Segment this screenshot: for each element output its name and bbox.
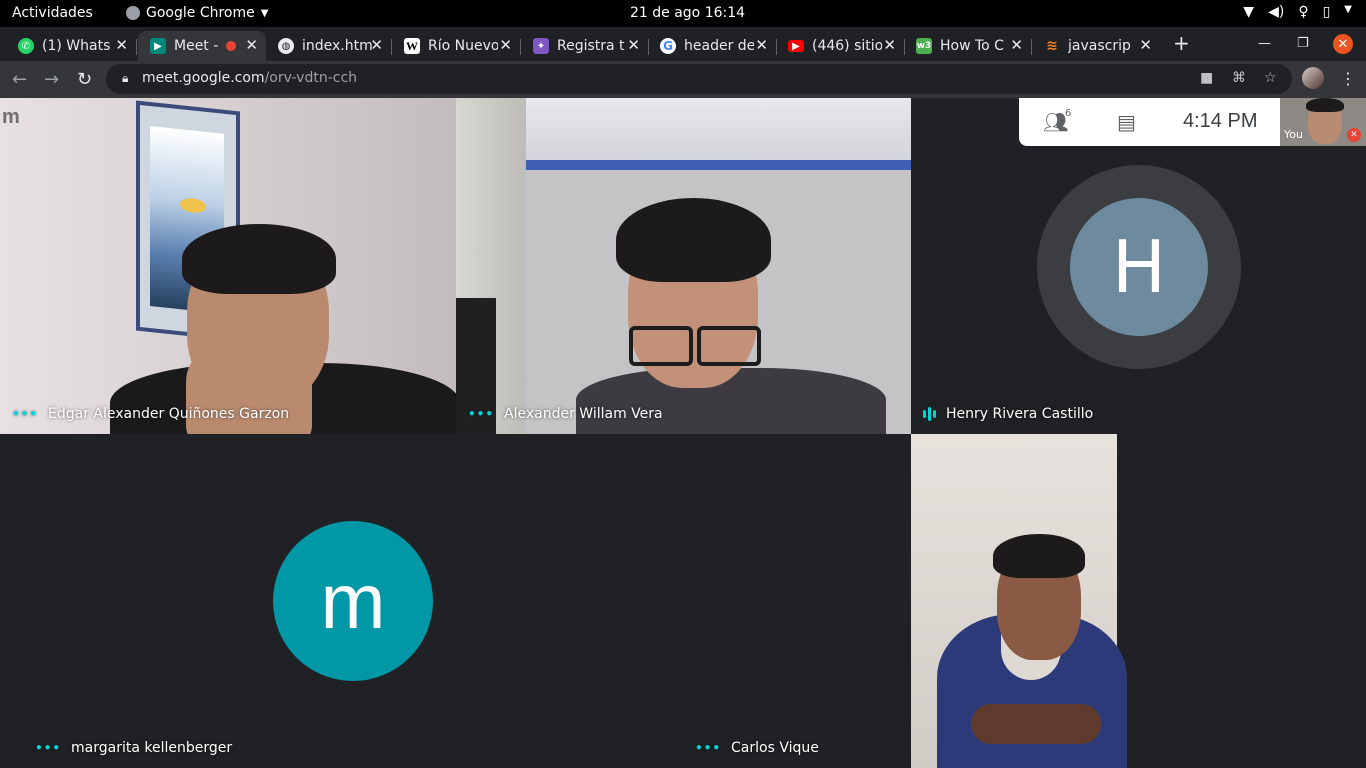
tab-strip: ✆ (1) Whats ✕ ▶ Meet - ✕ ◍ index.htm ✕ W… — [0, 27, 1366, 61]
glasses — [629, 326, 761, 366]
avatar: H — [1070, 198, 1208, 336]
chrome-icon — [126, 6, 140, 20]
close-tab-icon[interactable]: ✕ — [1139, 36, 1152, 54]
participant-tile[interactable]: m ••• Edgar Alexander Quiñones Garzon — [0, 98, 456, 434]
tab-title: How To C — [940, 38, 1004, 54]
self-label: You — [1284, 128, 1303, 141]
battery-icon: ▯ — [1322, 4, 1331, 20]
meet-icon: ▶ — [150, 38, 166, 54]
youtube-icon: ▶ — [788, 40, 804, 52]
globe-icon: ◍ — [278, 38, 294, 54]
tab-title: Registra t — [557, 38, 625, 54]
tab-title: index.htm — [302, 38, 372, 54]
close-tab-icon[interactable]: ✕ — [115, 36, 128, 54]
corner-logo: m — [2, 106, 20, 128]
close-tab-icon[interactable]: ✕ — [499, 36, 512, 54]
tab-title: header de — [684, 38, 754, 54]
stackoverflow-icon: ≋ — [1046, 38, 1058, 54]
address-bar[interactable]: 🔒︎ meet.google.com/orv-vdtn-cch ■ ⌘ ☆ — [106, 64, 1292, 94]
close-tab-icon[interactable]: ✕ — [370, 36, 383, 54]
participant-name: Henry Rivera Castillo — [946, 406, 1094, 422]
tab-youtube[interactable]: ▶ (446) sitio ✕ — [776, 31, 905, 61]
audio-indicator-icon — [923, 407, 936, 421]
system-top-bar: Actividades Google Chrome ▼ 21 de ago 16… — [0, 0, 1366, 27]
chevron-down-icon: ▼ — [260, 7, 269, 19]
participant-count: 6 — [1065, 108, 1072, 119]
profile-avatar[interactable] — [1302, 67, 1324, 89]
w3-icon: w3 — [916, 38, 932, 54]
avatar: m — [273, 521, 433, 681]
participant-tile[interactable]: m ••• margarita kellenberger — [23, 434, 683, 768]
wikipedia-icon: W — [404, 38, 420, 54]
tab-meet[interactable]: ▶ Meet - ✕ — [138, 31, 266, 61]
app-menu[interactable]: Google Chrome ▼ — [126, 5, 268, 21]
google-icon: G — [660, 38, 676, 54]
microphone-icon: ♀ — [1298, 4, 1309, 20]
chevron-down-icon: ▼ — [1344, 4, 1352, 15]
participant-name: margarita kellenberger — [71, 740, 233, 756]
participant-tile[interactable]: ••• Alexander Willam Vera — [456, 98, 911, 434]
tab-w3schools[interactable]: w3 How To C ✕ — [904, 31, 1032, 61]
forward-icon[interactable]: → — [44, 69, 59, 90]
close-tab-icon[interactable]: ✕ — [627, 36, 640, 54]
meeting-info-bar: 👥︎ 6 ▤ 4:14 PM — [1019, 98, 1280, 146]
back-icon[interactable]: ← — [12, 69, 27, 90]
more-options-icon[interactable]: ••• — [12, 407, 38, 421]
participant-name: Alexander Willam Vera — [504, 406, 663, 422]
app-name: Google Chrome — [146, 5, 255, 21]
participant-name: Edgar Alexander Quiñones Garzon — [48, 406, 290, 422]
camera-icon[interactable]: ■ — [1200, 70, 1213, 86]
tab-index[interactable]: ◍ index.htm ✕ — [266, 31, 392, 61]
reload-icon[interactable]: ↻ — [77, 69, 92, 90]
close-tab-icon[interactable]: ✕ — [883, 36, 896, 54]
browser-toolbar: ← → ↻ 🔒︎ meet.google.com/orv-vdtn-cch ■ … — [0, 61, 1366, 98]
close-tab-icon[interactable]: ✕ — [755, 36, 768, 54]
chat-icon[interactable]: ▤ — [1117, 110, 1136, 134]
meet-stage: m ••• Edgar Alexander Quiñones Garzon ••… — [0, 98, 1366, 768]
window-close-button[interactable]: ✕ — [1333, 34, 1353, 54]
more-options-icon[interactable]: ••• — [468, 407, 494, 421]
translate-icon[interactable]: ⌘ — [1232, 70, 1246, 86]
tab-registra[interactable]: ✦ Registra t ✕ — [521, 31, 649, 61]
wifi-icon: ▼ — [1243, 4, 1255, 20]
tab-title: javascrip — [1068, 38, 1131, 54]
participant-video — [911, 434, 1127, 768]
participant-name: Carlos Vique — [731, 740, 819, 756]
more-options-icon[interactable]: ••• — [695, 741, 721, 755]
tab-google[interactable]: G header de ✕ — [648, 31, 777, 61]
url-text[interactable]: meet.google.com/orv-vdtn-cch — [142, 70, 357, 86]
minimize-button[interactable]: — — [1258, 36, 1271, 51]
system-tray[interactable]: ▼ ◀) ♀ ▯ ▼ — [1243, 4, 1352, 20]
lock-icon[interactable]: 🔒︎ — [122, 71, 128, 86]
tab-title: Río Nuevo — [428, 38, 498, 54]
volume-icon: ◀) — [1268, 4, 1285, 20]
bookmark-star-icon[interactable]: ☆ — [1264, 70, 1277, 86]
activities-button[interactable]: Actividades — [12, 5, 93, 21]
menu-icon[interactable]: ⋮ — [1340, 69, 1356, 88]
tab-wikipedia[interactable]: W Río Nuevo ✕ — [392, 31, 521, 61]
meeting-time: 4:14 PM — [1183, 110, 1258, 132]
more-options-icon[interactable]: ••• — [35, 741, 61, 755]
tab-stackoverflow[interactable]: ≋ javascrip ✕ — [1032, 31, 1160, 61]
tab-whatsapp[interactable]: ✆ (1) Whats ✕ — [6, 31, 137, 61]
recording-icon — [226, 41, 236, 51]
mic-off-icon: ✕ — [1347, 128, 1361, 142]
tab-title: Meet - — [174, 38, 219, 54]
tab-title: (446) sitio — [812, 38, 882, 54]
close-tab-icon[interactable]: ✕ — [1010, 36, 1023, 54]
registra-icon: ✦ — [533, 38, 549, 54]
system-clock[interactable]: 21 de ago 16:14 — [630, 5, 745, 21]
tab-title: (1) Whats — [42, 38, 111, 54]
participant-tile[interactable]: ••• Carlos Vique — [683, 434, 1366, 768]
new-tab-button[interactable]: + — [1173, 31, 1190, 55]
participant-tile[interactable]: H Henry Rivera Castillo — [911, 98, 1366, 434]
restore-button[interactable]: ❐ — [1297, 36, 1309, 51]
whatsapp-icon: ✆ — [18, 38, 34, 54]
self-view[interactable]: You ✕ — [1280, 98, 1366, 146]
close-tab-icon[interactable]: ✕ — [245, 36, 258, 54]
